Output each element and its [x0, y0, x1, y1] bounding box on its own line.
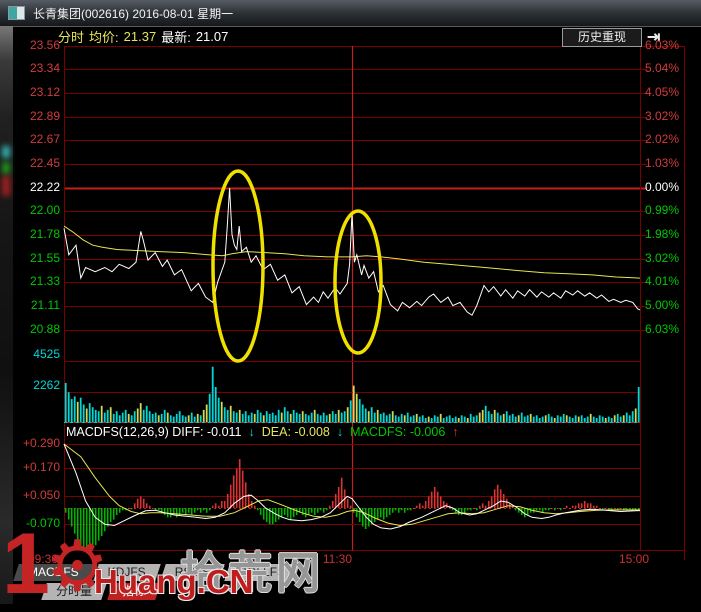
macd-diff-text: MACDFS(12,26,9) DIFF: -0.011	[66, 425, 242, 439]
volume-axis-label: 2262	[33, 378, 60, 392]
price-axis-label: 21.55	[29, 251, 60, 265]
macd-axis-label: +0.170	[22, 460, 60, 474]
time-axis-label: 11:30	[322, 552, 352, 566]
app-window: 长青集团(002616) 2016-08-01 星期一 分时 均价: 21.37…	[0, 0, 701, 607]
percent-axis-label: 3.02%	[645, 251, 680, 265]
tab-kdjfs[interactable]: KDJFS	[96, 564, 158, 581]
macd-axis-label: +0.050	[22, 488, 60, 502]
tab-volume-panel[interactable]: 分时量	[44, 583, 104, 600]
price-axis-label: 22.67	[29, 132, 60, 146]
desktop-edge	[0, 26, 13, 604]
price-axis-label: 22.89	[29, 109, 60, 123]
macd-dea-text: DEA: -0.008	[261, 425, 330, 439]
window-title: 长青集团(002616) 2016-08-01 星期一	[33, 6, 234, 21]
percent-axis-label: 1.98%	[645, 227, 680, 241]
price-axis-label: 21.33	[29, 274, 60, 288]
down-arrow-icon: ↓	[248, 425, 255, 439]
step-forward-icon[interactable]: ⇥	[647, 27, 660, 47]
down-arrow-icon: ↓	[336, 425, 344, 439]
app-icon	[8, 6, 25, 20]
percent-axis-label: 5.00%	[645, 298, 680, 312]
percent-axis-label: 5.04%	[645, 61, 680, 75]
tab-bollfs[interactable]: BOLLFS	[227, 564, 297, 581]
percent-axis-label: 4.05%	[645, 85, 680, 99]
last-price-label: 最新:	[161, 30, 191, 45]
macd-value-text: MACDFS: -0.006	[350, 425, 446, 439]
percent-axis-label: 1.03%	[645, 156, 680, 170]
macd-axis-label: -0.070	[25, 516, 60, 530]
edge-smudge-green	[2, 162, 10, 174]
avg-price-value: 21.37	[123, 29, 157, 44]
tab-indicator-panel[interactable]: 指标	[110, 583, 158, 600]
panel-tabs: 分时量 指标	[44, 583, 158, 600]
intraday-chart-canvas[interactable]	[0, 0, 701, 604]
price-axis-label: 22.45	[29, 156, 60, 170]
price-axis-label: 21.78	[29, 227, 60, 241]
price-axis-label: 23.34	[29, 61, 60, 75]
price-axis-label: 20.88	[29, 322, 60, 336]
percent-axis-label: 3.02%	[645, 109, 680, 123]
titlebar[interactable]: 长青集团(002616) 2016-08-01 星期一	[0, 0, 701, 27]
percent-axis-label: 0.99%	[645, 203, 680, 217]
percent-axis-label: 0.00%	[645, 180, 680, 194]
tab-macdfs[interactable]: MACDFS	[16, 564, 91, 581]
chart-info-bar: 分时 均价: 21.37 最新: 21.07	[58, 28, 228, 45]
edge-smudge-cyan	[2, 146, 10, 158]
history-replay-button[interactable]: 历史重现	[562, 28, 642, 47]
price-axis-label: 22.22	[29, 180, 60, 194]
edge-smudge-red	[2, 176, 10, 196]
highlight-ellipses	[211, 169, 383, 363]
macd-info-bar: MACDFS(12,26,9) DIFF: -0.011 ↓ DEA: -0.0…	[66, 425, 459, 439]
percent-axis-label: 2.02%	[645, 132, 680, 146]
avg-price-label: 均价:	[89, 30, 119, 45]
grid-lines	[64, 46, 685, 560]
price-axis-label: 23.12	[29, 85, 60, 99]
price-axis-label: 22.00	[29, 203, 60, 217]
volume-axis-label: 4525	[33, 347, 60, 361]
up-arrow-icon: ↑	[452, 425, 459, 439]
highlight-ellipse	[211, 169, 265, 363]
mode-label: 分时	[58, 30, 85, 45]
macd-axis-label: +0.290	[22, 436, 60, 450]
price-axis-label: 21.11	[30, 298, 60, 312]
percent-axis-label: 6.03%	[645, 322, 680, 336]
last-price-value: 21.07	[195, 29, 229, 44]
time-axis-label: 15:00	[618, 552, 649, 566]
indicator-tabs: MACDFS KDJFS RSIFS BOLLFS	[16, 564, 297, 581]
price-axis-label: 23.56	[29, 38, 60, 52]
tab-rsifs[interactable]: RSIFS	[163, 564, 222, 581]
percent-axis-label: 4.01%	[645, 274, 680, 288]
